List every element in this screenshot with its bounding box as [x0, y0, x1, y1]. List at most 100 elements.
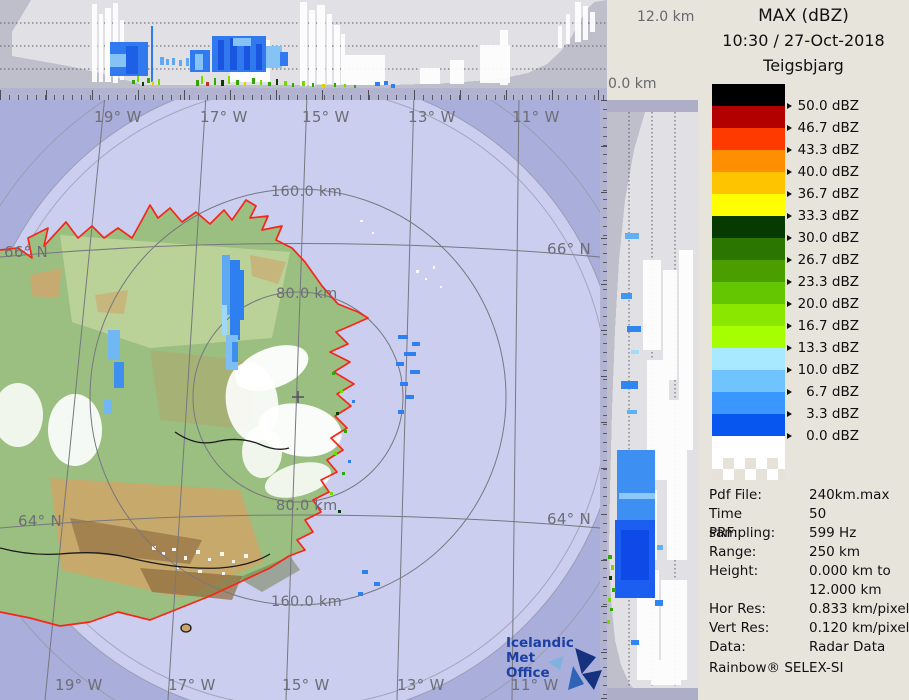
scale-label: 50.0 dBZ	[787, 97, 859, 115]
scale-label-text: 40.0 dBZ	[797, 164, 859, 180]
color-scale-labels: 50.0 dBZ 46.7 dBZ 43.3 dBZ 40.0 dBZ 36.7 dBZ…	[698, 0, 909, 460]
lon-label-bottom-15w: 15° W	[282, 676, 330, 694]
top-height-profile-panel	[0, 0, 607, 88]
scale-label-text: 36.7 dBZ	[797, 186, 859, 202]
lat-label-64n-left: 64° N	[18, 512, 63, 530]
scale-label-text: 13.3 dBZ	[797, 340, 859, 356]
scale-label-text: 50.0 dBZ	[797, 98, 859, 114]
scale-tick-arrow-icon	[787, 125, 792, 131]
scale-label: 10.0 dBZ	[787, 361, 859, 379]
scale-label-text: 30.0 dBZ	[797, 230, 859, 246]
scale-label: 33.3 dBZ	[787, 207, 859, 225]
scale-label: 36.7 dBZ	[787, 185, 859, 203]
scale-label: 46.7 dBZ	[787, 119, 859, 137]
scale-tick-arrow-icon	[787, 367, 792, 373]
scale-tick-arrow-icon	[787, 103, 792, 109]
info-value: 599 Hz	[809, 525, 857, 541]
ring-label-160-top: 160.0 km	[271, 184, 343, 200]
scale-tick-arrow-icon	[787, 213, 792, 219]
scale-label: 20.0 dBZ	[787, 295, 859, 313]
scale-label: 23.3 dBZ	[787, 273, 859, 291]
info-row: Range: 250 km	[709, 543, 905, 562]
info-row: Data: Radar Data	[709, 638, 905, 657]
scale-label: 6.7 dBZ	[787, 383, 859, 401]
info-label: PRF:	[709, 525, 738, 541]
map-top-ruler	[0, 88, 607, 100]
legend-info-grid: Pdf File: 240km.max Time sampling: 50 PRF: 59…	[709, 486, 909, 657]
info-value: 250 km	[809, 544, 861, 560]
side-height-profile-panel	[607, 100, 698, 700]
scale-label-text: 10.0 dBZ	[797, 362, 859, 378]
info-label: Range:	[709, 544, 757, 560]
scale-label-text: 0.0 dBZ	[806, 428, 859, 444]
info-label: Time sampling:	[709, 506, 776, 541]
scale-tick-arrow-icon	[787, 235, 792, 241]
profile-max-height-label: 12.0 km	[637, 9, 695, 25]
info-row: Height: 0.000 km to	[709, 562, 905, 581]
radar-app-window: 19° W 17° W 15° W 13° W 11° W 19° W 17° …	[0, 0, 909, 700]
lon-label-top-15w: 15° W	[302, 108, 350, 126]
lon-label-top-11w: 11° W	[512, 108, 560, 126]
scale-label: 30.0 dBZ	[787, 229, 859, 247]
info-label	[709, 581, 809, 600]
lon-label-bottom-19w: 19° W	[55, 676, 103, 694]
info-row: Pdf File: 240km.max	[709, 486, 905, 505]
scale-tick-arrow-icon	[787, 411, 792, 417]
info-row: Vert Res: 0.120 km/pixel	[709, 619, 909, 638]
legend-panel: MAX (dBZ) 10:30 / 27-Oct-2018 Teigsbjarg…	[698, 0, 909, 700]
scale-tick-arrow-icon	[787, 147, 792, 153]
scale-tick-arrow-icon	[787, 345, 792, 351]
info-row: Hor Res: 0.833 km/pixel	[709, 600, 909, 619]
info-label: Data:	[709, 639, 746, 655]
lon-label-top-19w: 19° W	[94, 108, 142, 126]
info-value: 50	[809, 506, 827, 522]
scale-label-text: 33.3 dBZ	[797, 208, 859, 224]
top-profile-graphic	[0, 0, 607, 88]
scale-tick-arrow-icon	[787, 279, 792, 285]
scale-tick-arrow-icon	[787, 191, 792, 197]
info-row: PRF: 599 Hz	[709, 524, 905, 543]
lon-label-top-13w: 13° W	[408, 108, 456, 126]
scale-tick-arrow-icon	[787, 301, 792, 307]
scale-label: 13.3 dBZ	[787, 339, 859, 357]
scale-tick-arrow-icon	[787, 323, 792, 329]
ring-label-80-bottom: 80.0 km	[276, 498, 338, 514]
scale-label-text: 23.3 dBZ	[797, 274, 859, 290]
scale-label: 0.0 dBZ	[787, 427, 859, 445]
scale-label-text: 20.0 dBZ	[797, 296, 859, 312]
lat-label-66n-right: 66° N	[547, 240, 592, 258]
ring-label-80-top: 80.0 km	[276, 286, 338, 302]
color-scale-transparent-checker	[712, 458, 785, 480]
lat-label-66n-left: 66° N	[4, 243, 49, 261]
side-profile-graphic	[607, 100, 698, 700]
scale-label-text: 46.7 dBZ	[797, 120, 859, 136]
info-row: 12.000 km	[709, 581, 905, 600]
pinwheel-triangle-navy-right	[582, 670, 602, 690]
info-label: Height:	[709, 563, 759, 579]
scale-label-text: 43.3 dBZ	[797, 142, 859, 158]
info-value: 0.120 km/pixel	[809, 620, 909, 636]
info-row: Time sampling: 50	[709, 505, 905, 541]
scale-label-text: 16.7 dBZ	[797, 318, 859, 334]
pinwheel-triangle-light	[548, 656, 564, 670]
scale-label: 26.7 dBZ	[787, 251, 859, 269]
info-label: Hor Res:	[709, 601, 766, 617]
scale-label-text: 3.3 dBZ	[806, 406, 859, 422]
info-label: Vert Res:	[709, 620, 770, 636]
map-right-ruler	[600, 100, 607, 700]
scale-tick-arrow-icon	[787, 389, 792, 395]
info-value: Radar Data	[809, 639, 886, 655]
scale-label: 40.0 dBZ	[787, 163, 859, 181]
scale-label: 16.7 dBZ	[787, 317, 859, 335]
scale-label-text: 26.7 dBZ	[797, 252, 859, 268]
scale-label-text: 6.7 dBZ	[806, 384, 859, 400]
ring-label-160-bottom: 160.0 km	[271, 594, 343, 610]
lat-label-64n-right: 64° N	[547, 510, 592, 528]
scale-tick-arrow-icon	[787, 257, 792, 263]
profile-min-height-label: 0.0 km	[608, 76, 657, 92]
scale-label: 43.3 dBZ	[787, 141, 859, 159]
imo-logo-pinwheel-icon	[542, 648, 604, 694]
info-value: 240km.max	[809, 487, 890, 503]
scale-label: 3.3 dBZ	[787, 405, 859, 423]
scale-tick-arrow-icon	[787, 433, 792, 439]
